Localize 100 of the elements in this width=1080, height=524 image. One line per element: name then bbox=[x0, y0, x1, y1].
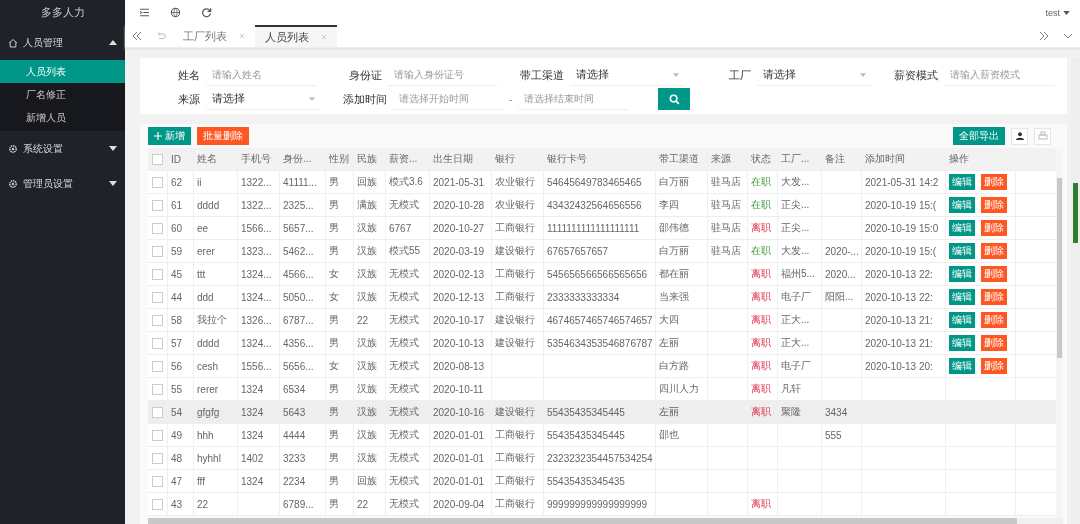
edit-button[interactable]: 编辑 bbox=[949, 266, 975, 282]
select-field[interactable]: 请选择 bbox=[206, 88, 321, 110]
scrollbar-thumb[interactable] bbox=[1073, 183, 1078, 243]
table-cell: 大发... bbox=[781, 175, 810, 189]
checkbox[interactable] bbox=[152, 222, 163, 234]
edit-button[interactable]: 编辑 bbox=[949, 289, 975, 305]
table-cell: 农业银行 bbox=[495, 175, 535, 189]
table-cell: 工商银行 bbox=[495, 428, 535, 442]
checkbox[interactable] bbox=[152, 475, 163, 487]
checkbox[interactable] bbox=[152, 360, 163, 372]
sidebar-item[interactable]: 人员列表 bbox=[0, 60, 125, 83]
table-cell: 1324 bbox=[241, 383, 264, 395]
field-label: 身份证 bbox=[348, 67, 382, 83]
table-cell: 6767 bbox=[389, 222, 412, 234]
table-cell: 1556... bbox=[241, 360, 272, 372]
checkbox[interactable] bbox=[152, 199, 163, 211]
checkbox[interactable] bbox=[152, 452, 163, 464]
checkbox[interactable] bbox=[152, 429, 163, 441]
checkbox[interactable] bbox=[152, 498, 163, 510]
table-cell: 2333333333334 bbox=[547, 291, 620, 303]
input-field[interactable]: 请输入姓名 bbox=[206, 64, 316, 86]
table-cell: 6787... bbox=[283, 314, 314, 326]
table-cell: 6534 bbox=[283, 383, 306, 395]
user-menu[interactable]: test bbox=[1045, 7, 1060, 18]
sidebar-item[interactable]: 新增人员 bbox=[0, 106, 125, 129]
table-row[interactable]: 59 erer 1323... 5462... 男 汉族 模式55 2020-03-19 建设银行 67657657657 白万丽 驻马店 在职 大发... 2020-... 2020-10-19 15:( 编辑 删除 bbox=[148, 240, 1056, 263]
checkbox[interactable] bbox=[152, 337, 163, 349]
select-field[interactable]: 请选择 bbox=[570, 64, 685, 86]
table-row[interactable]: 62 ii 1322... 41111... 男 回族 模式3.6 2021-05-31 农业银行 54645649783465465 白万丽 驻马店 在职 大发... 2021-05-31 14:2 编辑 删除 bbox=[148, 171, 1056, 194]
date-field[interactable]: 请选择结束时间 bbox=[518, 88, 629, 110]
table-row[interactable]: 48 hyhhl 1402 3233 男 汉族 无模式 2020-01-01 工商银行 2323232354457534254 bbox=[148, 447, 1056, 470]
table-cell: 驻马店 bbox=[711, 198, 741, 212]
sidebar-group[interactable]: 人员管理 bbox=[0, 25, 125, 60]
edit-button[interactable]: 编辑 bbox=[949, 312, 975, 328]
table-cell: 2020-01-01 bbox=[433, 429, 485, 441]
double-chevron-right-icon[interactable] bbox=[1039, 31, 1049, 41]
input-field[interactable]: 请输入薪资模式 bbox=[944, 64, 1054, 86]
undo-icon[interactable] bbox=[156, 31, 166, 41]
column-header: 银行卡号 bbox=[544, 148, 656, 170]
checkbox[interactable] bbox=[152, 406, 163, 418]
table-row[interactable]: 61 dddd 1322... 2325... 男 满族 无模式 2020-10-28 农业银行 43432432564656556 李四 驻马店 在职 正尖... 2020-10-19 15:( 编辑 删除 bbox=[148, 194, 1056, 217]
column-header: 手机号 bbox=[238, 148, 280, 170]
search-icon bbox=[668, 93, 680, 105]
status-text: 离职 bbox=[751, 497, 771, 511]
edit-button[interactable]: 编辑 bbox=[949, 197, 975, 213]
table-row[interactable]: 47 fff 1324 2234 男 回族 无模式 2020-01-01 工商银行 55435435345435 bbox=[148, 470, 1056, 493]
select-field[interactable]: 请选择 bbox=[757, 64, 872, 86]
table-row[interactable]: 60 ee 1566... 5657... 男 汉族 6767 2020-10-27 工商银行 1111111111111111111 邵伟德 驻马店 离职 正尖... 2020-10-19 15:0 编辑 删除 bbox=[148, 217, 1056, 240]
double-chevron-left-icon[interactable] bbox=[132, 31, 142, 41]
table-row[interactable]: 55 rerer 1324 6534 男 汉族 无模式 2020-10-11 四川人力 离职 凡轩 bbox=[148, 378, 1056, 401]
edit-button[interactable]: 编辑 bbox=[949, 174, 975, 190]
edit-button[interactable]: 编辑 bbox=[949, 335, 975, 351]
input-field[interactable]: 请输入身份证号 bbox=[388, 64, 498, 86]
table-row[interactable]: 58 我拉个 1326... 6787... 男 22 无模式 2020-10-17 建设银行 4674657465746574657 大四 离职 正大... 2020-10-13 21: 编辑 删除 bbox=[148, 309, 1056, 332]
user-icon[interactable] bbox=[1011, 127, 1028, 145]
table-cell: 白方路 bbox=[659, 359, 689, 373]
edit-button[interactable]: 编辑 bbox=[949, 220, 975, 236]
print-icon[interactable] bbox=[1034, 127, 1051, 145]
checkbox[interactable] bbox=[152, 176, 163, 188]
table-row[interactable]: 57 dddd 1324... 4356... 男 汉族 无模式 2020-10-13 建设银行 5354634353546876787 左丽 离职 正大... 2020-10-13 21: 编辑 删除 bbox=[148, 332, 1056, 355]
table-cell: 汉族 bbox=[357, 336, 377, 350]
table-row[interactable]: 56 cesh 1556... 5656... 女 汉族 无模式 2020-08-13 白方路 离职 电子厂 2020-10-13 20: 编辑 删除 bbox=[148, 355, 1056, 378]
table-row[interactable]: 45 ttt 1324... 4566... 女 汉族 无模式 2020-02-13 工商银行 545656566566565656 都在丽 离职 福州5... 2020... 2020-10-13 22: 编辑 删除 bbox=[148, 263, 1056, 286]
edit-button[interactable]: 编辑 bbox=[949, 243, 975, 259]
close-icon[interactable] bbox=[239, 33, 245, 39]
table-row[interactable]: 49 hhh 1324 4444 男 汉族 无模式 2020-01-01 工商银行 55435435345445 邵也 555 bbox=[148, 424, 1056, 447]
table-cell: 汉族 bbox=[357, 451, 377, 465]
table-cell: 61 bbox=[171, 199, 183, 211]
export-button[interactable]: 全部导出 bbox=[953, 127, 1005, 145]
globe-icon[interactable] bbox=[170, 7, 181, 18]
checkbox[interactable] bbox=[152, 291, 163, 303]
checkbox[interactable] bbox=[152, 383, 163, 395]
table-cell: 6789... bbox=[283, 498, 314, 510]
table-row[interactable]: 44 ddd 1324... 5050... 女 汉族 无模式 2020-12-13 工商银行 2333333333334 当来强 离职 电子厂 阳阳... 2020-10-13 22: 编辑 删除 bbox=[148, 286, 1056, 309]
tab[interactable]: 工厂列表 bbox=[173, 25, 255, 47]
table-cell: 1324... bbox=[241, 268, 272, 280]
search-button[interactable] bbox=[658, 88, 691, 110]
sidebar-item[interactable]: 厂名修正 bbox=[0, 83, 125, 106]
date-field[interactable]: 请选择开始时间 bbox=[393, 88, 503, 110]
tab[interactable]: 人员列表 bbox=[255, 25, 337, 47]
scrollbar-thumb[interactable] bbox=[148, 518, 1018, 524]
sidebar-group[interactable]: 管理员设置 bbox=[0, 166, 125, 201]
table-cell: gfgfg bbox=[197, 406, 220, 418]
checkbox[interactable] bbox=[152, 268, 163, 280]
table-cell: 45 bbox=[171, 268, 183, 280]
refresh-icon[interactable] bbox=[201, 7, 212, 18]
edit-button[interactable]: 编辑 bbox=[949, 358, 975, 374]
table-cell: 女 bbox=[329, 359, 339, 373]
table-row[interactable]: 43 22 6789... 男 22 无模式 2020-09-04 工商银行 999999999999999999 离职 bbox=[148, 493, 1056, 516]
checkbox[interactable] bbox=[152, 314, 163, 326]
add-button[interactable]: 新增 bbox=[148, 127, 191, 145]
sidebar-group[interactable]: 系统设置 bbox=[0, 131, 125, 166]
chevron-down-icon[interactable] bbox=[1063, 31, 1073, 41]
close-icon[interactable] bbox=[321, 34, 327, 40]
table-cell: 4356... bbox=[283, 337, 314, 349]
checkbox[interactable] bbox=[152, 153, 163, 165]
table-row[interactable]: 54 gfgfg 1324 5643 男 汉族 无模式 2020-10-16 建设银行 55435435345445 左丽 离职 聚隆 3434 bbox=[148, 401, 1056, 424]
checkbox[interactable] bbox=[152, 245, 163, 257]
scrollbar-thumb[interactable] bbox=[1057, 178, 1062, 358]
menu-icon[interactable] bbox=[139, 7, 150, 18]
